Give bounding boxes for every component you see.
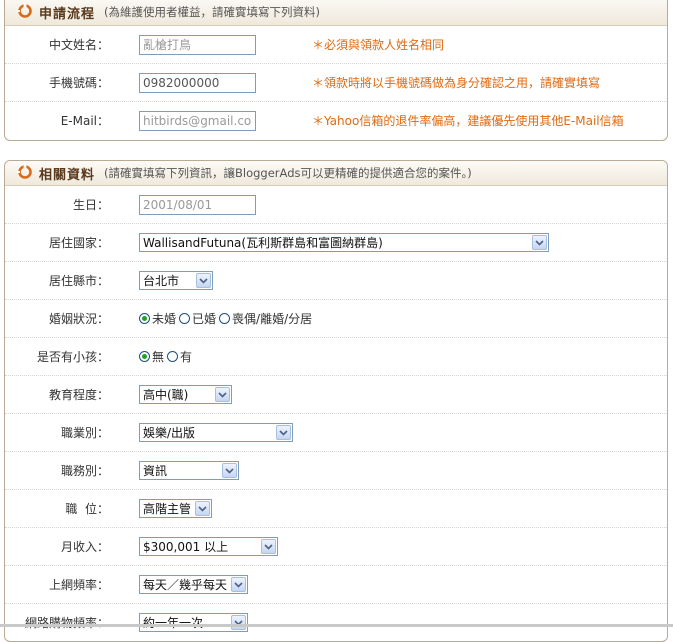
- income-value: $300,001 以上: [143, 540, 229, 554]
- email-hint: ＊Yahoo信箱的退件率偏高，建議優先使用其他E-Mail信箱: [312, 114, 624, 128]
- children-row: 是否有小孩： 無 有: [5, 338, 667, 376]
- country-value: WallisandFutuna(瓦利斯群島和富圖納群島): [143, 236, 383, 250]
- children-label: 是否有小孩：: [36, 350, 109, 364]
- shopping-freq-label: 網路購物頻率：: [24, 616, 109, 630]
- marital-label: 婚姻狀況：: [48, 312, 109, 326]
- occupation-select[interactable]: 娛樂/出版: [139, 423, 293, 442]
- email-row: E-Mail： ＊Yahoo信箱的退件率偏高，建議優先使用其他E-Mail信箱: [5, 102, 667, 139]
- children-option-no[interactable]: 無: [139, 348, 164, 365]
- profile-note: (請確實填寫下列資訊，讓BloggerAds可以更精確的提供適合您的案件。): [104, 166, 472, 180]
- shopping-freq-row: 網路購物頻率： 約一年一次: [5, 604, 667, 641]
- radio-unchecked-icon[interactable]: [167, 351, 179, 362]
- country-row: 居住國家： WallisandFutuna(瓦利斯群島和富圖納群島): [5, 224, 667, 262]
- job-type-value: 資訊: [143, 464, 168, 478]
- position-value: 高階主管: [143, 502, 192, 516]
- birthday-row: 生日：: [5, 186, 667, 224]
- city-select[interactable]: 台北市: [139, 271, 213, 290]
- birthday-input[interactable]: [139, 194, 256, 215]
- phone-hint: ＊領款時將以手機號碼做為身分確認之用，請確實填寫: [312, 76, 601, 90]
- radio-checked-icon[interactable]: [139, 313, 150, 324]
- phone-label: 手機號碼：: [48, 76, 109, 90]
- job-type-select[interactable]: 資訊: [139, 461, 239, 480]
- chevron-down-icon[interactable]: [195, 501, 210, 516]
- income-label: 月收入：: [60, 540, 109, 554]
- marital-option-other[interactable]: 喪偶/離婚/分居: [219, 310, 312, 327]
- radio-checked-icon[interactable]: [139, 351, 150, 362]
- chevron-down-icon[interactable]: [532, 235, 547, 250]
- position-label: 職 位：: [65, 502, 109, 516]
- marital-row: 婚姻狀況： 未婚 已婚 喪偶/離婚/分居: [5, 300, 667, 338]
- education-value: 高中(職): [143, 388, 189, 402]
- country-select[interactable]: WallisandFutuna(瓦利斯群島和富圖納群島): [139, 233, 549, 252]
- email-label: E-Mail：: [60, 114, 109, 128]
- chevron-down-icon[interactable]: [276, 425, 291, 440]
- chevron-down-icon[interactable]: [231, 577, 246, 592]
- ring-logo-icon: [17, 163, 33, 183]
- online-freq-label: 上網頻率：: [48, 578, 109, 592]
- position-select[interactable]: 高階主管: [139, 499, 212, 518]
- online-freq-value: 每天／幾乎每天: [143, 578, 228, 592]
- job-type-label: 職務別：: [60, 464, 109, 478]
- occupation-row: 職業別： 娛樂/出版: [5, 414, 667, 452]
- chevron-down-icon[interactable]: [196, 273, 211, 288]
- occupation-label: 職業別：: [60, 426, 109, 440]
- shopping-freq-select[interactable]: 約一年一次: [139, 613, 248, 632]
- online-freq-row: 上網頻率： 每天／幾乎每天: [5, 566, 667, 604]
- apply-panel-header: 申請流程 (為維護使用者權益，請確實填寫下列資料): [5, 0, 667, 26]
- marital-option-married[interactable]: 已婚: [179, 310, 216, 327]
- position-row: 職 位： 高階主管: [5, 490, 667, 528]
- education-select[interactable]: 高中(職): [139, 385, 232, 404]
- radio-unchecked-icon[interactable]: [219, 313, 231, 324]
- education-row: 教育程度： 高中(職): [5, 376, 667, 414]
- income-row: 月收入： $300,001 以上: [5, 528, 667, 566]
- education-label: 教育程度：: [48, 388, 109, 402]
- profile-panel-header: 相關資料 (請確實填寫下列資訊，讓BloggerAds可以更精確的提供適合您的案…: [5, 161, 667, 186]
- marital-option-single[interactable]: 未婚: [139, 310, 176, 327]
- income-select[interactable]: $300,001 以上: [139, 537, 278, 556]
- job-type-row: 職務別： 資訊: [5, 452, 667, 490]
- chevron-down-icon[interactable]: [231, 615, 246, 630]
- chevron-down-icon[interactable]: [222, 463, 237, 478]
- country-label: 居住國家：: [48, 236, 109, 250]
- online-freq-select[interactable]: 每天／幾乎每天: [139, 575, 248, 594]
- apply-panel: 申請流程 (為維護使用者權益，請確實填寫下列資料) 中文姓名： ＊必須與領款人姓…: [4, 0, 668, 141]
- name-hint: ＊必須與領款人姓名相同: [312, 38, 445, 52]
- shopping-freq-value: 約一年一次: [143, 616, 204, 630]
- city-value: 台北市: [143, 274, 180, 288]
- birthday-label: 生日：: [72, 198, 109, 212]
- ring-logo-icon: [17, 2, 33, 22]
- occupation-value: 娛樂/出版: [143, 426, 196, 440]
- children-option-yes[interactable]: 有: [167, 348, 192, 365]
- city-label: 居住縣市：: [48, 274, 109, 288]
- phone-row: 手機號碼： ＊領款時將以手機號碼做為身分確認之用，請確實填寫: [5, 64, 667, 102]
- apply-title: 申請流程: [39, 6, 96, 22]
- chevron-down-icon[interactable]: [215, 387, 230, 402]
- radio-unchecked-icon[interactable]: [179, 313, 191, 324]
- apply-note: (為維護使用者權益，請確實填寫下列資料): [104, 5, 320, 19]
- profile-title: 相關資料: [39, 167, 96, 183]
- profile-panel: 相關資料 (請確實填寫下列資訊，讓BloggerAds可以更精確的提供適合您的案…: [4, 160, 668, 642]
- phone-input[interactable]: [139, 72, 256, 93]
- name-label: 中文姓名：: [48, 38, 109, 52]
- chevron-down-icon[interactable]: [261, 539, 276, 554]
- email-input[interactable]: [139, 110, 256, 131]
- name-row: 中文姓名： ＊必須與領款人姓名相同: [5, 26, 667, 64]
- city-row: 居住縣市： 台北市: [5, 262, 667, 300]
- name-input[interactable]: [139, 34, 256, 55]
